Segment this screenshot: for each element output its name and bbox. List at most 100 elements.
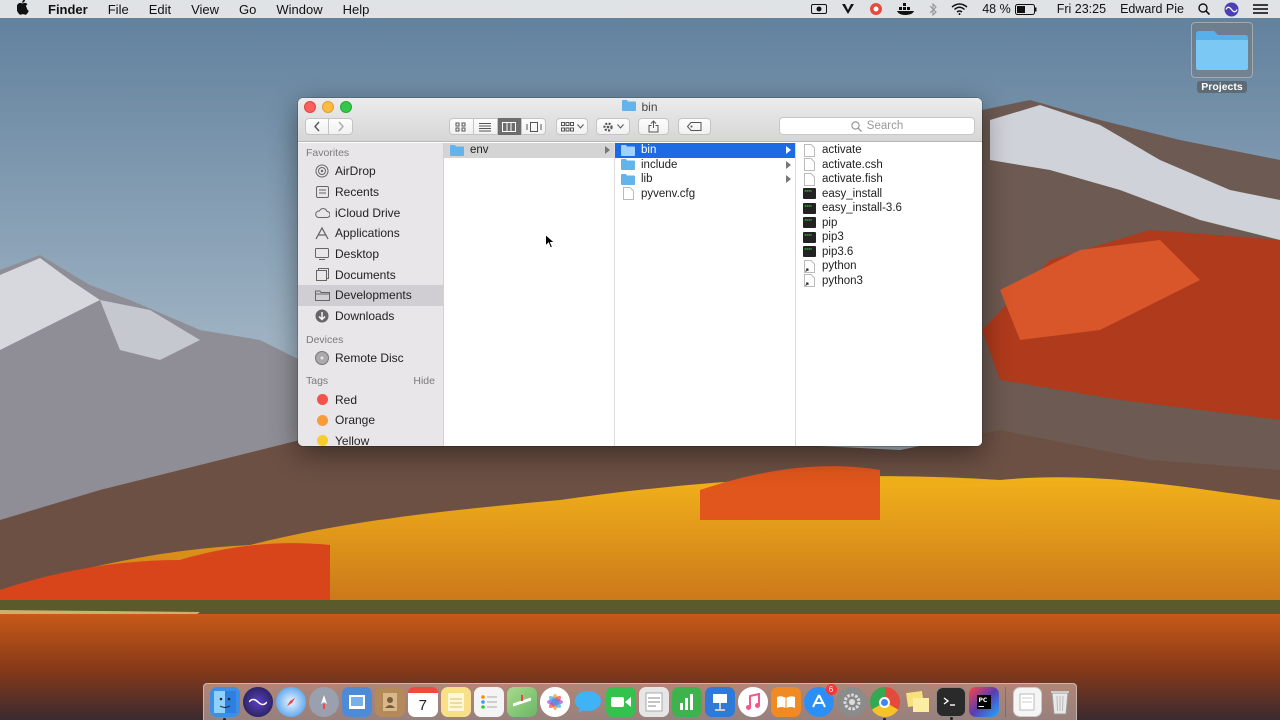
reminders-icon[interactable] [474, 687, 504, 717]
launchpad-icon[interactable] [309, 687, 339, 717]
menu-app-name[interactable]: Finder [48, 2, 88, 17]
menu-edit[interactable]: Edit [149, 2, 171, 17]
gallery-view-button[interactable] [522, 118, 546, 135]
list-view-button[interactable] [474, 118, 498, 135]
sidebar-item-icloud-drive[interactable]: iCloud Drive [298, 202, 443, 223]
forward-button[interactable] [329, 118, 353, 135]
search-field[interactable]: Search [779, 117, 975, 135]
list-view-icon [479, 122, 491, 131]
icon-view-button[interactable] [450, 118, 474, 135]
column-row[interactable]: pyvenv.cfg [615, 187, 795, 202]
sidebar-item-recents[interactable]: Recents [298, 182, 443, 203]
tags-button[interactable] [678, 118, 711, 135]
sidebar-item-label: Applications [335, 226, 400, 241]
spotlight-icon[interactable] [1198, 3, 1210, 15]
finder-icon[interactable] [210, 687, 240, 720]
user-name[interactable]: Edward Pie [1120, 2, 1184, 16]
preview-icon[interactable] [342, 687, 372, 717]
menu-file[interactable]: File [108, 2, 129, 17]
desktop-icon [314, 246, 330, 262]
column-row[interactable]: exec easy_install [796, 187, 982, 202]
row-label: lib [641, 173, 653, 186]
airdrop-icon [314, 163, 330, 179]
sidebar-tag-red[interactable]: Red [298, 389, 443, 410]
apple-menu-icon[interactable] [16, 0, 31, 18]
sidebar-item-airdrop[interactable]: AirDrop [298, 161, 443, 182]
alfred-icon[interactable] [841, 2, 855, 16]
column-row[interactable]: lib [615, 172, 795, 187]
share-button[interactable] [638, 118, 669, 135]
back-button[interactable] [305, 118, 329, 135]
column-row[interactable]: exec pip3 [796, 230, 982, 245]
keynote-icon[interactable] [705, 687, 735, 717]
pycharm-icon[interactable]: PC [969, 687, 999, 717]
clock[interactable]: Fri 23:25 [1057, 2, 1106, 16]
menu-window[interactable]: Window [276, 2, 322, 17]
docker-icon[interactable] [897, 3, 915, 15]
menu-help[interactable]: Help [343, 2, 370, 17]
sidebar-item-label: Yellow [335, 433, 370, 446]
battery-icon[interactable] [1014, 3, 1037, 15]
contacts-icon[interactable] [375, 687, 405, 717]
sidebar-tag-orange[interactable]: Orange [298, 410, 443, 431]
column-row[interactable]: exec pip [796, 216, 982, 231]
siri-icon[interactable] [1224, 2, 1239, 17]
sidebar-tag-yellow[interactable]: Yellow [298, 431, 443, 446]
textedit-icon[interactable] [639, 687, 669, 717]
downloads-stack-icon[interactable] [1012, 687, 1042, 717]
column-row[interactable]: python3 [796, 274, 982, 289]
chrome-icon[interactable] [870, 687, 900, 720]
arrange-button[interactable] [556, 118, 588, 135]
window-title: bin [298, 100, 982, 114]
wifi-icon[interactable] [951, 3, 968, 15]
search-icon [851, 120, 862, 132]
column-row[interactable]: include [615, 158, 795, 173]
sidebar-item-remote-disc[interactable]: Remote Disc [298, 348, 443, 369]
sidebar-item-developments[interactable]: Developments [298, 285, 443, 306]
menu-go[interactable]: Go [239, 2, 256, 17]
ibooks-icon[interactable] [771, 687, 801, 717]
terminal-exec-icon: exec [802, 217, 816, 229]
system-preferences-icon[interactable] [837, 687, 867, 717]
applications-icon [314, 225, 330, 241]
photos-icon[interactable] [540, 687, 570, 717]
sidebar-item-downloads[interactable]: Downloads [298, 306, 443, 327]
column-row[interactable]: activate.fish [796, 172, 982, 187]
siri-icon[interactable] [243, 687, 273, 717]
menu-view[interactable]: View [191, 2, 219, 17]
sidebar-item-desktop[interactable]: Desktop [298, 244, 443, 265]
column-row[interactable]: exec pip3.6 [796, 245, 982, 260]
action-button[interactable] [596, 118, 630, 135]
desktop-folder-projects[interactable]: Projects [1190, 22, 1254, 93]
notification-center-icon[interactable] [1253, 3, 1268, 15]
column-row[interactable]: python [796, 259, 982, 274]
safari-icon[interactable] [276, 687, 306, 717]
numbers-icon[interactable] [672, 687, 702, 717]
battery-percentage[interactable]: 48 % [982, 2, 1011, 16]
row-label: pip [822, 216, 838, 229]
trash-icon[interactable] [1046, 687, 1076, 717]
status-app-icon[interactable] [869, 2, 883, 16]
terminal-exec-icon: exec [802, 231, 816, 243]
column-row[interactable]: activate [796, 143, 982, 158]
svg-text:exec: exec [804, 218, 812, 222]
terminal-icon[interactable] [936, 687, 966, 720]
maps-icon[interactable] [507, 687, 537, 717]
messages-icon[interactable] [573, 687, 603, 717]
column-view-button[interactable] [497, 118, 522, 135]
notes-icon[interactable] [441, 687, 471, 717]
itunes-icon[interactable] [738, 687, 768, 717]
tags-hide-button[interactable]: Hide [413, 373, 435, 389]
calendar-icon[interactable]: 7 [408, 687, 438, 717]
stickies-icon[interactable] [903, 687, 933, 717]
facetime-icon[interactable] [606, 687, 636, 717]
screen-record-icon[interactable] [811, 3, 828, 15]
column-row[interactable]: activate.csh [796, 158, 982, 173]
column-row[interactable]: bin [615, 143, 795, 158]
sidebar-item-applications[interactable]: Applications [298, 223, 443, 244]
appstore-icon[interactable]: 6 [804, 684, 837, 717]
sidebar-item-documents[interactable]: Documents [298, 264, 443, 285]
column-row[interactable]: exec easy_install-3.6 [796, 201, 982, 216]
column-row[interactable]: env [444, 143, 614, 158]
bluetooth-icon[interactable] [929, 2, 938, 16]
